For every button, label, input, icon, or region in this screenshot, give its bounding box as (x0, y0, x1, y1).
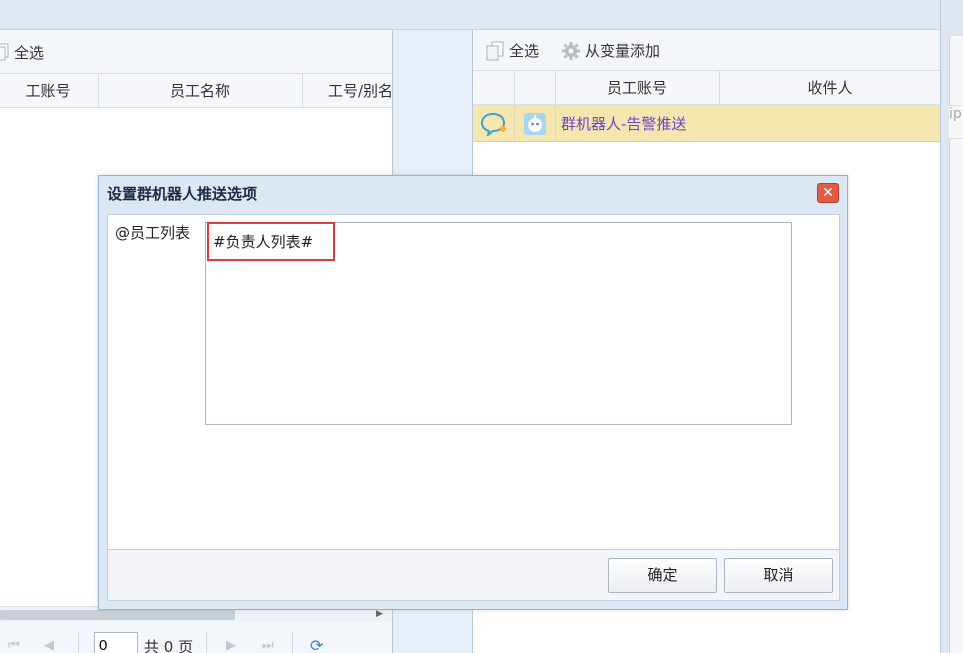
edge-cell: ip (949, 105, 963, 139)
scroll-thumb[interactable] (0, 610, 235, 620)
cancel-button[interactable]: 取消 (724, 558, 833, 593)
left-toolbar: 全选 (0, 30, 392, 74)
highlight-annotation-box (207, 222, 335, 261)
ok-button[interactable]: 确定 (608, 558, 717, 593)
right-toolbar: 全选 从变量添加 (473, 30, 940, 71)
right-edge-panel: ip (940, 0, 963, 653)
column-header-status (473, 71, 515, 105)
column-header-avatar (514, 71, 556, 105)
column-header-alias[interactable]: 工号/别名 (302, 74, 392, 108)
copy-icon (485, 41, 505, 61)
robot-avatar-icon (523, 112, 547, 136)
dialog-body: @员工列表 #负责人列表# (107, 214, 840, 550)
last-page-icon[interactable]: ⏭ (262, 638, 274, 653)
column-header-account[interactable]: 工账号 (0, 74, 99, 108)
right-select-all-button[interactable]: 全选 (485, 30, 539, 71)
robot-push-options-dialog: 设置群机器人推送选项 ✕ @员工列表 #负责人列表# 确定 取消 (98, 175, 848, 610)
left-pager: ⏮ ◀ 共 0 页 ▶ ⏭ ⟳ (0, 622, 392, 653)
page-number-input[interactable] (94, 632, 138, 653)
pager-separator (292, 632, 293, 653)
gear-icon (561, 41, 581, 61)
page-total-label: 共 0 页 (144, 638, 194, 653)
copy-icon (0, 43, 10, 61)
right-select-all-label: 全选 (509, 42, 540, 60)
top-strip (0, 0, 940, 30)
left-select-all-label: 全选 (14, 43, 45, 62)
prev-page-icon[interactable]: ◀ (44, 638, 54, 653)
column-header-name[interactable]: 员工名称 (98, 74, 303, 108)
refresh-icon[interactable]: ⟳ (310, 636, 323, 653)
row-name-cell[interactable]: 群机器人-告警推送 (555, 105, 940, 142)
column-header-recipient[interactable]: 收件人 (719, 71, 940, 105)
next-page-icon[interactable]: ▶ (226, 638, 236, 653)
row-avatar-cell (514, 105, 556, 142)
row-status-cell (473, 105, 515, 142)
column-header-account[interactable]: 员工账号 (555, 71, 720, 105)
pager-separator (78, 632, 79, 653)
scroll-right-arrow-icon[interactable]: ▶ (376, 609, 386, 621)
first-page-icon[interactable]: ⏮ (8, 638, 20, 653)
right-table-header: 员工账号 收件人 (473, 71, 940, 105)
left-select-all-button[interactable]: 全选 (0, 30, 44, 74)
table-row[interactable]: 群机器人-告警推送 (473, 105, 940, 142)
pager-separator (206, 632, 207, 653)
row-name-link[interactable]: 群机器人-告警推送 (561, 113, 686, 134)
dialog-title: 设置群机器人推送选项 (107, 185, 258, 203)
at-employee-list-label: @员工列表 (115, 224, 191, 242)
chat-bubble-icon (480, 112, 508, 136)
close-icon[interactable]: ✕ (817, 183, 839, 203)
add-from-variable-button[interactable]: 从变量添加 (561, 30, 660, 71)
dialog-footer: 确定 取消 (107, 550, 840, 601)
add-from-variable-label: 从变量添加 (585, 42, 661, 60)
left-table-header: 工账号 员工名称 工号/别名 (0, 74, 392, 108)
